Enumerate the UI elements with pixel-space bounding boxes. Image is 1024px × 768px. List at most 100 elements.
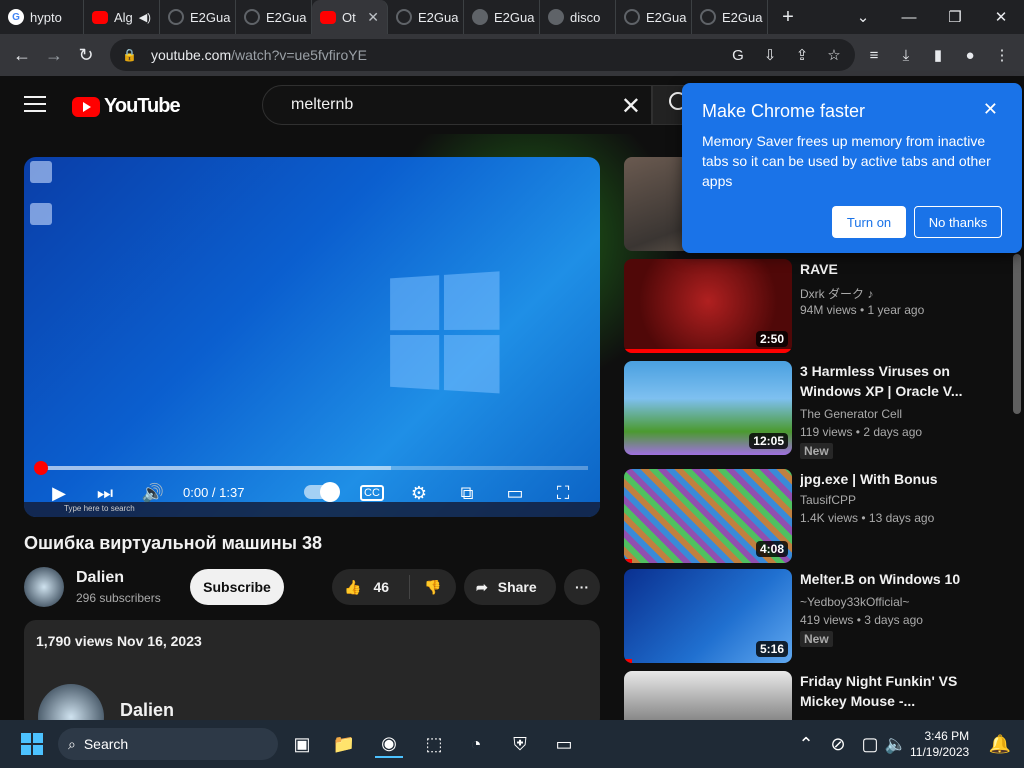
dislike-button[interactable]: 👎: [410, 579, 441, 596]
logo-text: YouTube: [104, 95, 181, 117]
rec-channel: The Generator Cell: [800, 407, 903, 421]
volume-tray-icon[interactable]: 🔈: [882, 730, 910, 758]
scrubber-handle[interactable]: [34, 461, 48, 475]
tab-0[interactable]: G hypto: [0, 0, 84, 34]
captions-icon[interactable]: CC: [360, 485, 384, 501]
video-player[interactable]: ▶ ⏭ 🔊 0:00 / 1:37 CC ⚙ ⧉ ▭ ⛶ Type here t…: [24, 157, 600, 517]
file-explorer-icon[interactable]: 📁: [330, 730, 358, 758]
side-panel-icon[interactable]: ▮: [922, 39, 954, 71]
settings-gear-icon[interactable]: ⚙: [408, 482, 430, 504]
restore-button[interactable]: ❐: [932, 0, 978, 34]
media-queue-icon[interactable]: ≡: [858, 39, 890, 71]
tab-6[interactable]: E2Gua: [464, 0, 540, 34]
github-icon: [624, 9, 640, 25]
download-icon[interactable]: ⤓: [890, 39, 922, 71]
watched-progress: [624, 349, 792, 353]
tab-3[interactable]: E2Gua: [236, 0, 312, 34]
display-icon[interactable]: ▢: [856, 730, 884, 758]
share-button[interactable]: ➦ Share: [464, 569, 556, 605]
close-tab-icon[interactable]: ✕: [367, 9, 379, 26]
more-actions-button[interactable]: ···: [564, 569, 600, 605]
network-icon[interactable]: ⊘: [824, 730, 852, 758]
lock-icon[interactable]: 🔒: [122, 48, 137, 62]
recommendation-item[interactable]: 12:05 3 Harmless Viruses on Windows XP |…: [624, 361, 1004, 459]
taskbar-search[interactable]: ⌕ Search: [58, 728, 278, 760]
tab-4-active[interactable]: Ot ✕: [312, 0, 388, 34]
rec-title: 3 Harmless Viruses on Windows XP | Oracl…: [800, 363, 963, 399]
like-button[interactable]: 👍 46: [332, 575, 410, 599]
tab-7[interactable]: disco: [540, 0, 616, 34]
tab-title: E2Gua: [418, 9, 459, 25]
back-icon[interactable]: ←: [6, 39, 38, 71]
reload-icon[interactable]: ↻: [70, 39, 102, 71]
search-input[interactable]: melternb ✕: [262, 85, 652, 125]
share-icon[interactable]: ⇪: [786, 39, 818, 71]
recommendation-item[interactable]: 5:16 Melter.B on Windows 10 ~Yedboy33kOf…: [624, 569, 1004, 665]
clear-search-icon[interactable]: ✕: [621, 92, 641, 121]
watched-progress: [624, 659, 633, 663]
autoplay-toggle[interactable]: [304, 482, 340, 502]
recommendation-item[interactable]: 4:08 jpg.exe | With Bonus TausifCPP 1.4K…: [624, 469, 1004, 565]
channel-name[interactable]: Dalien: [76, 569, 124, 587]
theater-mode-icon[interactable]: ▭: [502, 482, 528, 504]
globe-icon: [472, 9, 488, 25]
close-window-button[interactable]: ✕: [978, 0, 1024, 34]
virtualbox-icon[interactable]: ⬚: [420, 730, 448, 758]
chrome-icon[interactable]: ◉: [375, 730, 403, 758]
show-hidden-icons[interactable]: ⌃: [792, 730, 820, 758]
tab-title: Ot: [342, 9, 356, 25]
miniplayer-icon[interactable]: ⧉: [454, 482, 480, 504]
notification-bell-icon[interactable]: 🔔: [986, 730, 1014, 758]
bookmark-star-icon[interactable]: ☆: [818, 39, 850, 71]
profile-icon[interactable]: ●: [954, 39, 986, 71]
thumbnail: 12:05: [624, 361, 792, 455]
tab-title: hypto: [30, 9, 62, 25]
new-badge: New: [800, 631, 833, 647]
no-thanks-button[interactable]: No thanks: [914, 206, 1002, 238]
popup-body: Memory Saver frees up memory from inacti…: [702, 133, 991, 189]
browser-toolbar: ← → ↻ 🔒 youtube.com /watch?v=ue5fvfiroYE…: [0, 34, 1024, 76]
remote-desktop-icon[interactable]: ▭: [550, 730, 578, 758]
youtube-icon: [92, 10, 108, 24]
speaker-icon[interactable]: ◀): [139, 11, 151, 24]
install-icon[interactable]: ⇩: [754, 39, 786, 71]
scrollbar-thumb[interactable]: [1013, 254, 1021, 414]
system-clock[interactable]: 3:46 PM 11/19/2023: [910, 728, 969, 760]
tab-1[interactable]: Alg ◀): [84, 0, 160, 34]
recommendation-item[interactable]: Friday Night Funkin' VS Mickey Mouse -..…: [624, 671, 1004, 720]
play-icon[interactable]: ▶: [48, 482, 70, 504]
progress-bar[interactable]: [40, 466, 588, 470]
security-shield-icon[interactable]: ⛨: [506, 730, 534, 758]
rec-channel: TausifCPP: [800, 493, 857, 507]
new-tab-button[interactable]: +: [774, 3, 802, 31]
youtube-logo[interactable]: YouTube: [72, 95, 181, 118]
forward-icon[interactable]: →: [38, 39, 70, 71]
description-channel-name[interactable]: Dalien: [120, 700, 174, 721]
hamburger-icon[interactable]: [24, 96, 46, 117]
tab-search-icon[interactable]: ⌄: [840, 0, 886, 34]
next-icon[interactable]: ⏭: [94, 482, 116, 504]
subscribe-button[interactable]: Subscribe: [190, 569, 284, 605]
google-lens-icon[interactable]: G: [722, 39, 754, 71]
tab-2[interactable]: E2Gua: [160, 0, 236, 34]
tab-5[interactable]: E2Gua: [388, 0, 464, 34]
turn-on-button[interactable]: Turn on: [832, 206, 906, 238]
app-clock-icon[interactable]: ◔: [462, 730, 490, 758]
tab-8[interactable]: E2Gua: [616, 0, 692, 34]
menu-dots-icon[interactable]: ⋮: [986, 39, 1018, 71]
fullscreen-icon[interactable]: ⛶: [550, 482, 576, 504]
github-icon: [700, 9, 716, 25]
time-display: 0:00 / 1:37: [183, 485, 245, 500]
popup-close-icon[interactable]: ✕: [983, 99, 998, 120]
start-windows-icon[interactable]: [18, 730, 46, 758]
tab-title: E2Gua: [494, 9, 535, 25]
description-box[interactable]: 1,790 views Nov 16, 2023 Dalien: [24, 620, 600, 750]
volume-icon[interactable]: 🔊: [142, 482, 164, 504]
tab-9[interactable]: E2Gua: [692, 0, 768, 34]
recommendation-item[interactable]: 2:50 RAVE Dxrk ダーク ♪ 94M views • 1 year …: [624, 259, 1004, 355]
url-path: /watch?v=ue5fvfiroYE: [231, 47, 367, 63]
github-icon: [168, 9, 184, 25]
channel-avatar[interactable]: [24, 567, 64, 607]
task-view-icon[interactable]: ▣: [288, 730, 316, 758]
minimize-button[interactable]: —: [886, 0, 932, 34]
